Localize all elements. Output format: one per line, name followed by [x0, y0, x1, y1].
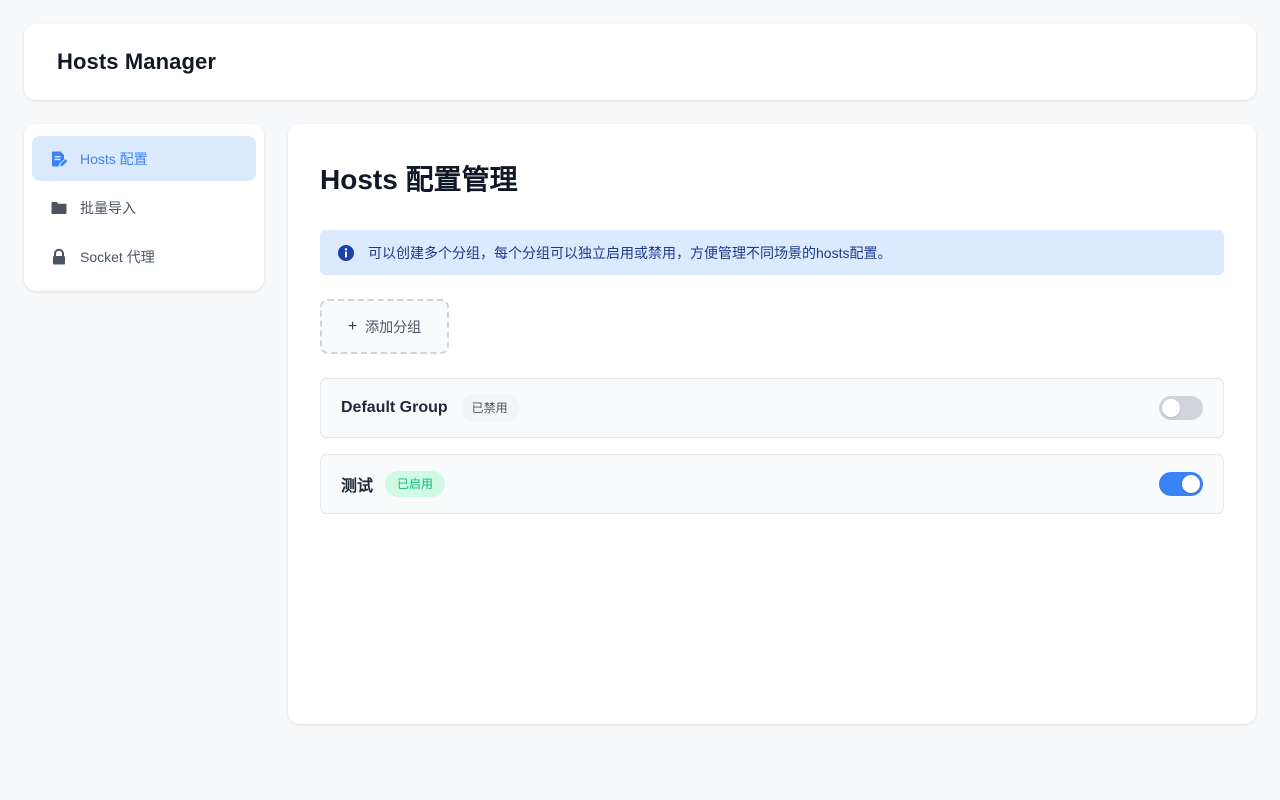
toggle-knob [1162, 399, 1180, 417]
group-card[interactable]: 测试 已启用 [320, 454, 1224, 514]
folder-icon [50, 199, 68, 217]
status-badge: 已启用 [385, 471, 446, 497]
status-badge: 已禁用 [459, 395, 520, 421]
lock-icon [50, 248, 68, 266]
sidebar-item-socket-proxy[interactable]: Socket 代理 [32, 234, 256, 279]
main-panel: Hosts 配置管理 可以创建多个分组，每个分组可以独立启用或禁用，方便管理不同… [288, 124, 1256, 724]
sidebar-item-label: 批量导入 [80, 199, 136, 216]
file-edit-icon [50, 150, 68, 168]
info-text: 可以创建多个分组，每个分组可以独立启用或禁用，方便管理不同场景的hosts配置。 [368, 244, 892, 261]
group-enable-toggle[interactable] [1159, 396, 1203, 420]
group-card[interactable]: Default Group 已禁用 [320, 378, 1224, 438]
info-icon [337, 244, 355, 262]
plus-icon: + [347, 317, 358, 335]
sidebar-item-hosts-config[interactable]: Hosts 配置 [32, 136, 256, 181]
add-group-button[interactable]: + 添加分组 [320, 299, 449, 354]
toggle-knob [1182, 475, 1200, 493]
group-name: Default Group [341, 399, 448, 416]
sidebar-item-label: Socket 代理 [80, 248, 155, 265]
group-enable-toggle[interactable] [1159, 472, 1203, 496]
group-name: 测试 [341, 478, 374, 495]
add-group-label: 添加分组 [365, 318, 422, 335]
sidebar: Hosts 配置 批量导入 Socket 代理 [24, 124, 264, 291]
sidebar-item-batch-import[interactable]: 批量导入 [32, 185, 256, 230]
sidebar-item-label: Hosts 配置 [80, 150, 148, 167]
info-banner: 可以创建多个分组，每个分组可以独立启用或禁用，方便管理不同场景的hosts配置。 [320, 230, 1224, 275]
app-title: Hosts Manager [57, 49, 217, 74]
app-header: Hosts Manager [24, 24, 1256, 100]
page-title: Hosts 配置管理 [320, 164, 518, 195]
